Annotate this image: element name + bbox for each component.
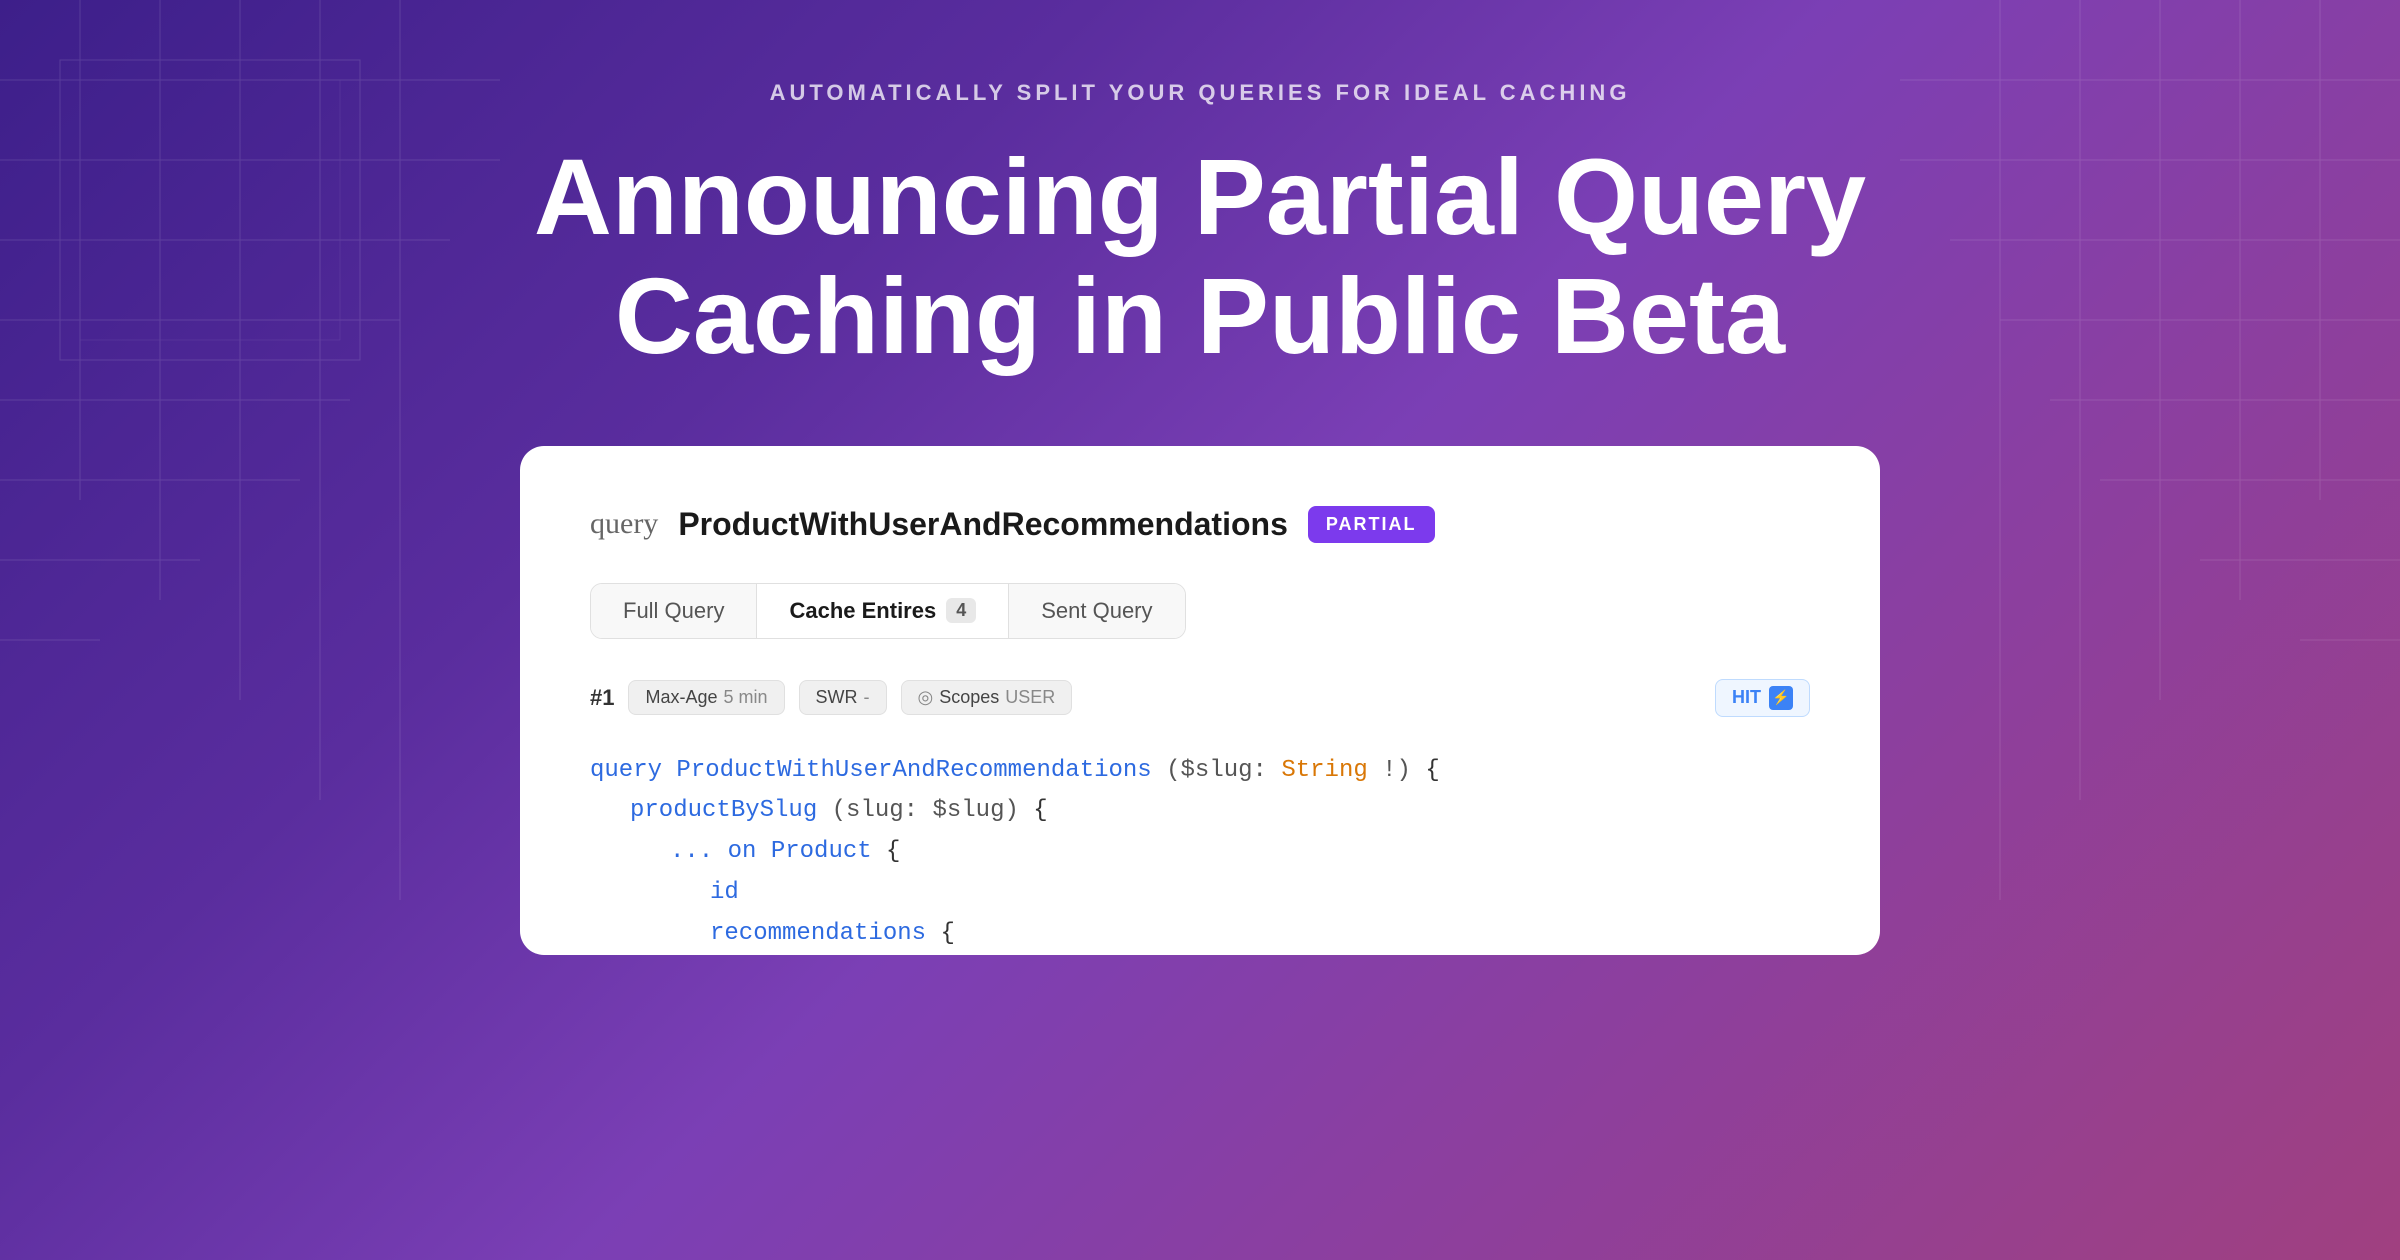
demo-card: query ProductWithUserAndRecommendations …: [520, 446, 1880, 955]
tabs-container: Full Query Cache Entires 4 Sent Query: [590, 583, 1186, 639]
hero-title: Announcing Partial Query Caching in Publ…: [534, 138, 1866, 376]
code-line-4: id: [590, 873, 1810, 914]
tab-full-query[interactable]: Full Query: [591, 584, 757, 638]
lightning-icon: ⚡: [1769, 686, 1793, 710]
code-line-1: query ProductWithUserAndRecommendations …: [590, 751, 1810, 792]
cache-entry-number: #1: [590, 685, 614, 711]
scopes-icon: ◎: [918, 687, 934, 708]
tab-sent-query[interactable]: Sent Query: [1009, 584, 1184, 638]
code-line-5: recommendations {: [590, 914, 1810, 955]
scopes-tag: ◎ Scopes USER: [901, 680, 1073, 715]
hero-subtitle: AUTOMATICALLY SPLIT YOUR QUERIES FOR IDE…: [770, 80, 1631, 106]
code-line-2: productBySlug (slug: $slug) {: [590, 791, 1810, 832]
tab-cache-entries[interactable]: Cache Entires 4: [757, 584, 1009, 638]
swr-tag: SWR -: [799, 680, 887, 715]
partial-badge: PARTIAL: [1308, 506, 1435, 543]
hit-badge: HIT ⚡: [1715, 679, 1810, 717]
query-label: query: [590, 507, 658, 541]
cache-section: #1 Max-Age 5 min SWR - ◎ Scopes USER HIT…: [590, 679, 1810, 955]
cache-entries-badge: 4: [946, 598, 976, 623]
cache-row-1: #1 Max-Age 5 min SWR - ◎ Scopes USER HIT…: [590, 679, 1810, 717]
max-age-tag: Max-Age 5 min: [628, 680, 784, 715]
query-name: ProductWithUserAndRecommendations: [678, 506, 1288, 543]
code-line-3: ... on Product {: [590, 832, 1810, 873]
card-header: query ProductWithUserAndRecommendations …: [590, 506, 1810, 543]
hero-section: AUTOMATICALLY SPLIT YOUR QUERIES FOR IDE…: [0, 0, 2400, 1260]
code-block: query ProductWithUserAndRecommendations …: [590, 741, 1810, 955]
